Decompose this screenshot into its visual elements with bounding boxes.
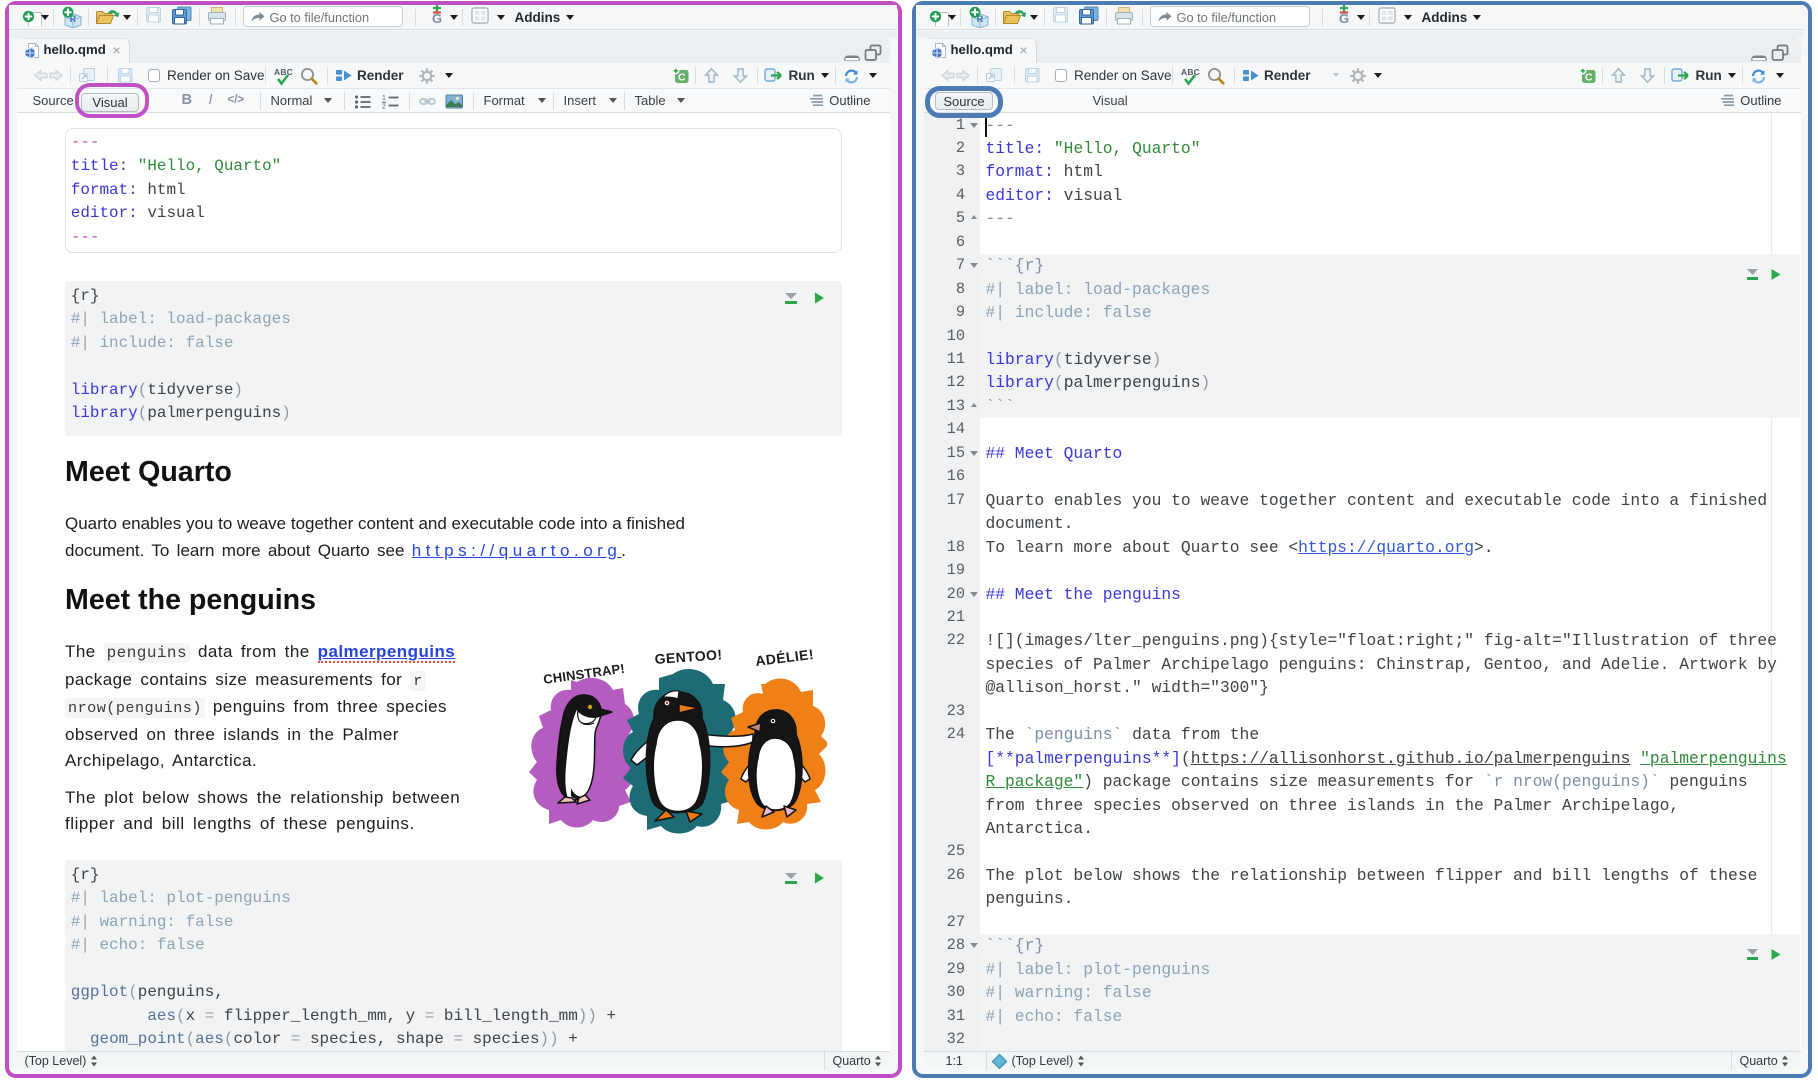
svg-text:ABC: ABC <box>274 67 293 77</box>
svg-text:C: C <box>1585 72 1593 84</box>
svg-text:ADÉLIE!: ADÉLIE! <box>754 648 814 669</box>
svg-text:GENTOO!: GENTOO! <box>654 648 723 667</box>
svg-text:2: 2 <box>382 103 386 109</box>
svg-text:1: 1 <box>382 95 386 102</box>
svg-text:C: C <box>678 72 686 84</box>
svg-text:ABC: ABC <box>1181 67 1200 77</box>
